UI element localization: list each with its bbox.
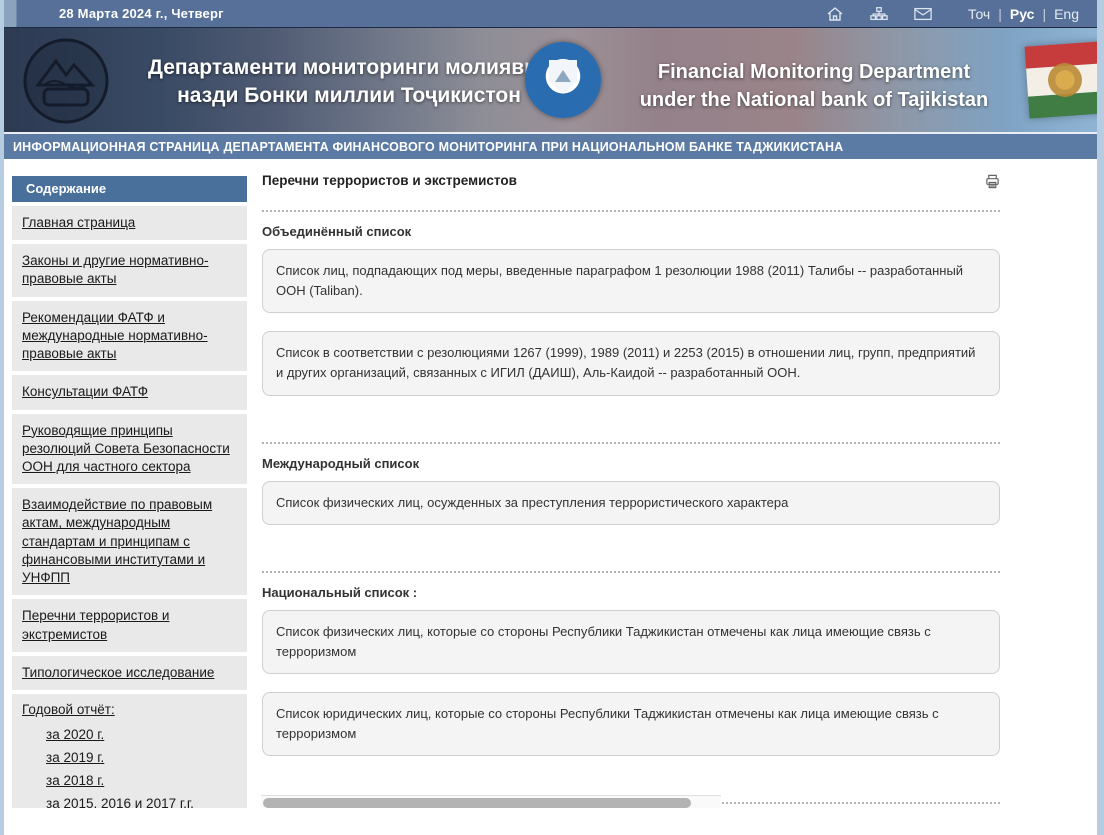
top-bar: 28 Марта 2024 г., Четверг Точ | Рус | En… bbox=[4, 0, 1097, 27]
sidebar-item-fatf-recommendations[interactable]: Рекомендации ФАТФ и международные нормат… bbox=[12, 301, 247, 372]
lang-eng[interactable]: Eng bbox=[1054, 6, 1079, 22]
section-heading: Национальный список : bbox=[262, 585, 1000, 600]
sidebar-year-2018[interactable]: за 2018 г. bbox=[46, 769, 237, 792]
header-title-tajik-line1: Департаменти мониторинги молиявии bbox=[129, 54, 569, 82]
sidebar-item-home[interactable]: Главная страница bbox=[12, 206, 247, 240]
sidebar: Содержание Главная страница Законы и дру… bbox=[12, 176, 247, 808]
main-content: Перечни террористов и экстремистов Объед… bbox=[262, 167, 1000, 808]
sidebar-item-label[interactable]: Консультации ФАТФ bbox=[22, 384, 148, 399]
list-item-taliban-1988[interactable]: Список лиц, подпадающих под меры, введен… bbox=[262, 249, 1000, 313]
sidebar-item-interaction[interactable]: Взаимодействие по правовым актам, междун… bbox=[12, 488, 247, 595]
header-title-english-line2: under the National bank of Tajikistan bbox=[604, 86, 1024, 114]
sidebar-year-2015-2017[interactable]: за 2015, 2016 и 2017 г.г. bbox=[46, 792, 237, 808]
lang-toj[interactable]: Точ bbox=[968, 6, 990, 22]
horizontal-scrollbar-thumb[interactable] bbox=[263, 798, 691, 808]
sidebar-year-label[interactable]: за 2018 г. bbox=[46, 773, 104, 788]
dotted-separator bbox=[262, 571, 1000, 573]
national-bank-logo-icon bbox=[22, 37, 110, 125]
tajikistan-flag-icon bbox=[1025, 41, 1097, 118]
lang-separator: | bbox=[998, 6, 1002, 22]
section-unified-list: Объединённый список Список лиц, подпадаю… bbox=[262, 224, 1000, 442]
print-icon[interactable] bbox=[985, 174, 1000, 189]
dotted-separator bbox=[262, 442, 1000, 444]
current-date: 28 Марта 2024 г., Четверг bbox=[59, 6, 224, 21]
list-item-national-legal-entities[interactable]: Список юридических лиц, которые со сторо… bbox=[262, 692, 1000, 756]
sidebar-item-terrorist-lists[interactable]: Перечни террористов и экстремистов bbox=[12, 599, 247, 651]
header-title-english: Financial Monitoring Department under th… bbox=[604, 58, 1024, 114]
sidebar-item-label[interactable]: Перечни террористов и экстремистов bbox=[22, 608, 169, 641]
sitemap-icon[interactable] bbox=[870, 6, 888, 22]
header-title-tajik: Департаменти мониторинги молиявии назди … bbox=[129, 54, 569, 111]
list-item-national-individuals[interactable]: Список физических лиц, которые со сторон… bbox=[262, 610, 1000, 674]
site-header: Департаменти мониторинги молиявии назди … bbox=[4, 27, 1097, 132]
header-title-english-line1: Financial Monitoring Department bbox=[604, 58, 1024, 86]
lang-rus[interactable]: Рус bbox=[1010, 6, 1035, 22]
sidebar-item-label[interactable]: Рекомендации ФАТФ и международные нормат… bbox=[22, 310, 208, 361]
lang-separator: | bbox=[1042, 6, 1046, 22]
page: 28 Марта 2024 г., Четверг Точ | Рус | En… bbox=[0, 0, 1104, 835]
sidebar-item-label[interactable]: Взаимодействие по правовым актам, междун… bbox=[22, 497, 212, 585]
horizontal-scrollbar[interactable] bbox=[261, 795, 721, 808]
list-item-convicted-persons[interactable]: Список физических лиц, осужденных за пре… bbox=[262, 481, 1000, 525]
sidebar-year-2019[interactable]: за 2019 г. bbox=[46, 746, 237, 769]
section-international-list: Международный список Список физических л… bbox=[262, 456, 1000, 571]
sidebar-header: Содержание bbox=[12, 176, 247, 202]
list-item-isil-alqaida-1267[interactable]: Список в соответствии с резолюциями 1267… bbox=[262, 331, 1000, 395]
sidebar-item-label[interactable]: Законы и другие нормативно-правовые акты bbox=[22, 253, 208, 286]
sidebar-item-label[interactable]: Типологическое исследование bbox=[22, 665, 214, 680]
section-heading: Международный список bbox=[262, 456, 1000, 471]
sidebar-item-fatf-consultations[interactable]: Консультации ФАТФ bbox=[12, 375, 247, 409]
mail-icon[interactable] bbox=[914, 6, 932, 22]
sidebar-year-2020[interactable]: за 2020 г. bbox=[46, 723, 237, 746]
sidebar-item-typology-research[interactable]: Типологическое исследование bbox=[12, 656, 247, 690]
info-banner: ИНФОРМАЦИОННАЯ СТРАНИЦА ДЕПАРТАМЕНТА ФИН… bbox=[4, 132, 1097, 159]
sidebar-year-label[interactable]: за 2020 г. bbox=[46, 727, 104, 742]
language-switcher: Точ | Рус | Eng bbox=[968, 6, 1079, 22]
sidebar-item-un-guidelines[interactable]: Руководящие принципы резолюций Совета Бе… bbox=[12, 414, 247, 485]
page-title: Перечни террористов и экстремистов bbox=[262, 173, 517, 188]
sidebar-item-label[interactable]: Главная страница bbox=[22, 215, 135, 230]
sidebar-year-label[interactable]: за 2019 г. bbox=[46, 750, 104, 765]
section-national-list: Национальный список : Список физических … bbox=[262, 585, 1000, 803]
home-icon[interactable] bbox=[826, 6, 844, 22]
department-emblem-icon bbox=[525, 42, 601, 118]
sidebar-item-laws[interactable]: Законы и другие нормативно-правовые акты bbox=[12, 244, 247, 296]
sidebar-annual-report-block: Годовой отчёт: за 2020 г. за 2019 г. за … bbox=[12, 694, 247, 808]
sidebar-year-label[interactable]: за 2015, 2016 и 2017 г.г. bbox=[46, 796, 194, 808]
section-heading: Объединённый список bbox=[262, 224, 1000, 239]
info-banner-text: ИНФОРМАЦИОННАЯ СТРАНИЦА ДЕПАРТАМЕНТА ФИН… bbox=[13, 140, 843, 154]
sidebar-item-label[interactable]: Руководящие принципы резолюций Совета Бе… bbox=[22, 423, 230, 474]
header-title-tajik-line2: назди Бонки миллии Тоҷикистон bbox=[129, 82, 569, 110]
dotted-separator bbox=[262, 210, 1000, 212]
sidebar-item-annual-report[interactable]: Годовой отчёт: bbox=[22, 702, 237, 717]
